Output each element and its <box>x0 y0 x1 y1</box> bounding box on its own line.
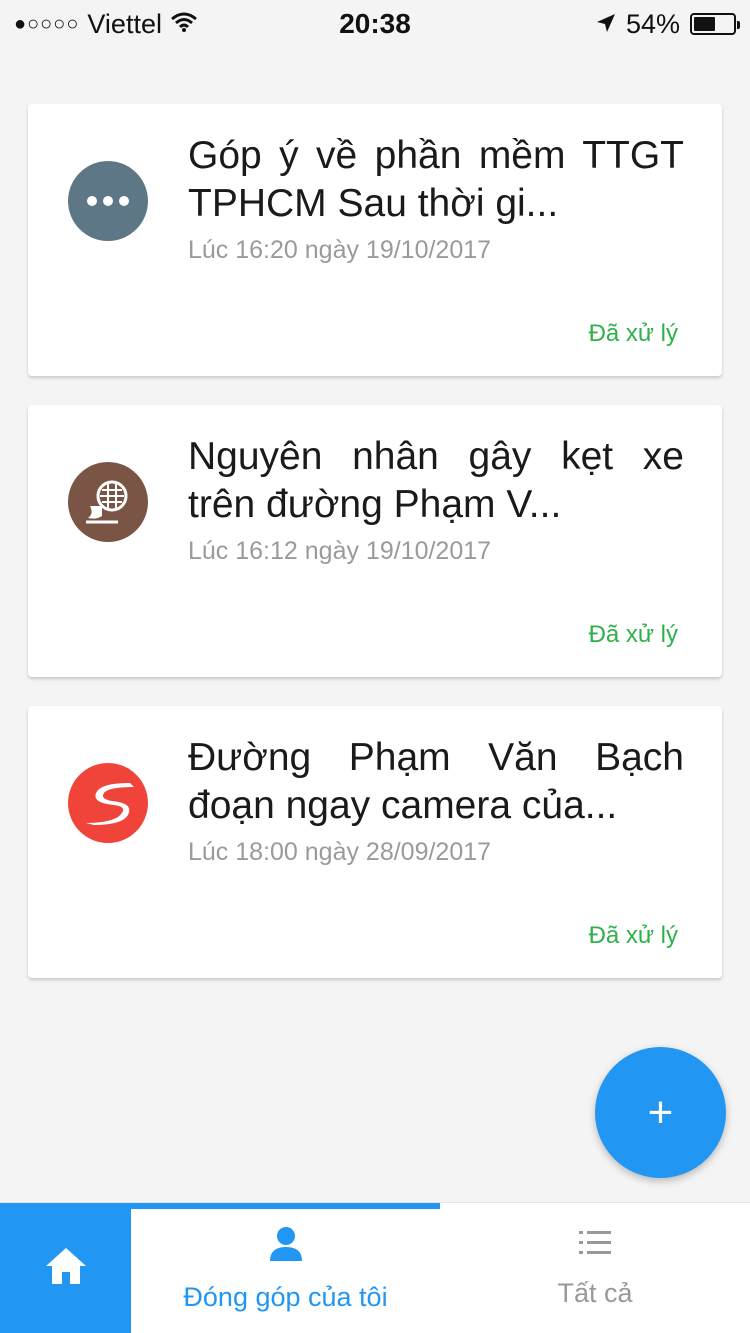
card-title: Nguyên nhân gây kẹt xe trên đường Phạm V… <box>188 435 684 526</box>
battery-icon <box>690 13 740 35</box>
status-badge: Đã xử lý <box>588 320 678 347</box>
drain-icon <box>68 462 148 542</box>
wifi-icon <box>170 9 198 40</box>
status-badge: Đã xử lý <box>588 621 678 648</box>
battery-percent: 54% <box>625 8 680 39</box>
status-left: ●○○○○ Viettel <box>14 9 198 40</box>
plus-icon: + <box>647 1087 674 1137</box>
tab-label: Tất cả <box>557 1277 633 1308</box>
add-contribution-button[interactable]: + <box>595 1047 726 1178</box>
card-title: Đường Phạm Văn Bạch đoạn ngay camera của… <box>188 736 684 827</box>
more-dots-icon <box>68 161 148 241</box>
battery-level <box>694 17 715 31</box>
location-arrow-icon <box>596 9 616 40</box>
user-icon <box>268 1225 304 1268</box>
tab-my-contributions[interactable]: Đóng góp của tôi <box>131 1203 440 1333</box>
card-title: Góp ý về phần mềm TTGT TPHCM Sau thời gi… <box>188 134 684 225</box>
tab-indicator <box>0 1203 440 1209</box>
signal-strength: ●○○○○ <box>14 12 80 35</box>
status-right: 54% <box>596 8 740 40</box>
list-icon <box>579 1229 611 1264</box>
bottom-tab-bar: Đóng góp của tôi Tất cả <box>0 1202 750 1333</box>
contribution-card[interactable]: Đường Phạm Văn Bạch đoạn ngay camera của… <box>28 706 722 978</box>
contribution-card[interactable]: Nguyên nhân gây kẹt xe trên đường Phạm V… <box>28 405 722 677</box>
carrier-name: Viettel <box>87 8 162 39</box>
contribution-card[interactable]: Góp ý về phần mềm TTGT TPHCM Sau thời gi… <box>28 104 722 376</box>
tab-label: Đóng góp của tôi <box>183 1281 388 1312</box>
card-timestamp: Lúc 16:12 ngày 19/10/2017 <box>188 537 492 565</box>
status-badge: Đã xử lý <box>588 922 678 949</box>
contribution-list: Góp ý về phần mềm TTGT TPHCM Sau thời gi… <box>28 104 722 1007</box>
tab-home[interactable] <box>0 1203 131 1333</box>
status-bar: ●○○○○ Viettel 20:38 54% <box>0 0 750 48</box>
card-timestamp: Lúc 16:20 ngày 19/10/2017 <box>188 236 492 264</box>
tab-all[interactable]: Tất cả <box>440 1203 750 1333</box>
road-icon <box>68 763 148 843</box>
home-icon <box>44 1246 88 1291</box>
card-timestamp: Lúc 18:00 ngày 28/09/2017 <box>188 838 492 866</box>
